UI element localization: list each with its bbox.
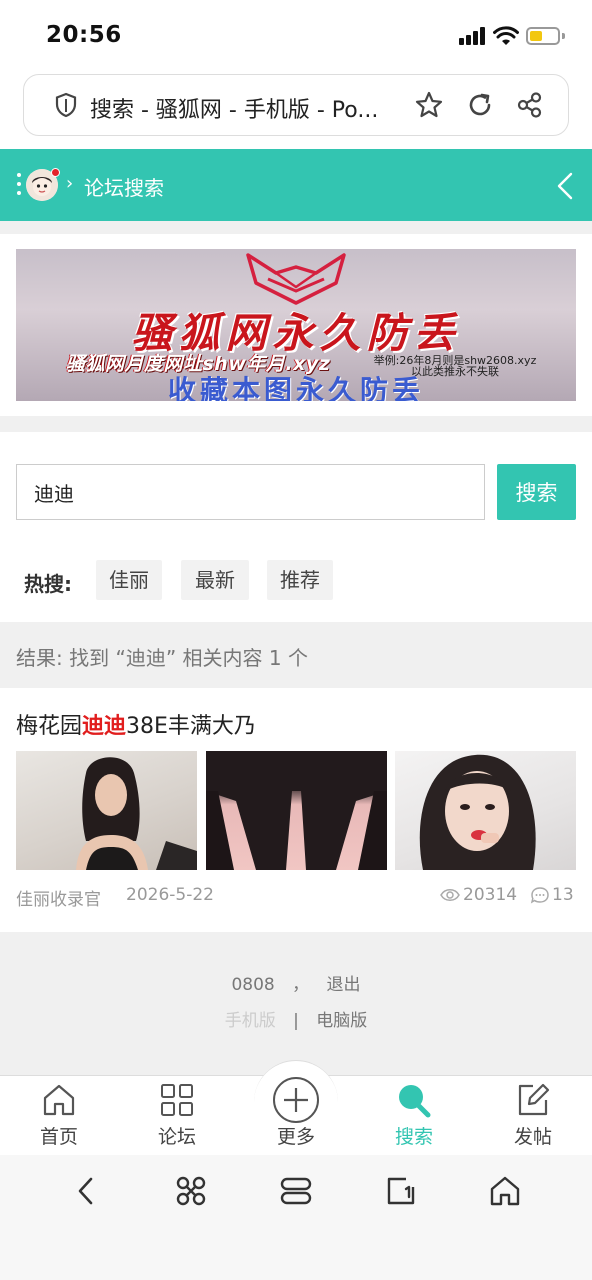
status-time: 20:56 bbox=[46, 22, 122, 48]
wifi-icon bbox=[493, 26, 519, 45]
hot-tag[interactable]: 最新 bbox=[181, 560, 249, 600]
star-icon[interactable] bbox=[414, 90, 444, 120]
footer-username[interactable]: 0808 bbox=[231, 975, 274, 995]
result-thumbnail[interactable] bbox=[16, 751, 197, 870]
status-bar: 20:56 bbox=[0, 0, 592, 70]
result-title[interactable]: 梅花园迪迪38E丰满大乃 bbox=[16, 708, 256, 740]
author-name[interactable]: 佳丽收录官 bbox=[16, 885, 101, 910]
divider bbox=[0, 221, 592, 234]
command-icon[interactable] bbox=[174, 1174, 208, 1208]
result-thumbnail[interactable] bbox=[395, 751, 576, 870]
share-icon[interactable] bbox=[516, 91, 544, 119]
fox-logo bbox=[246, 253, 346, 305]
title-text: 梅花园 bbox=[16, 714, 83, 739]
result-summary: 结果: 找到 “迪迪” 相关内容 1 个 bbox=[16, 646, 308, 670]
logout-link[interactable]: 退出 bbox=[327, 975, 361, 995]
hot-search-label: 热搜: bbox=[24, 572, 72, 596]
title-text: 38E丰满大乃 bbox=[126, 714, 256, 739]
footer: 0808 ， 退出 手机版 | 电脑版 bbox=[0, 932, 592, 1075]
footer-version-row: 手机版 | 电脑版 bbox=[0, 1006, 592, 1031]
view-count: 20314 bbox=[463, 885, 518, 905]
footer-user-row: 0808 ， 退出 bbox=[0, 970, 592, 995]
breadcrumb-separator: › bbox=[66, 173, 74, 194]
tab-label: 发帖 bbox=[513, 1126, 552, 1148]
page-title: 论坛搜索 bbox=[84, 176, 164, 200]
footer-comma: ， bbox=[292, 975, 310, 995]
search-icon bbox=[399, 1085, 431, 1118]
search-button[interactable]: 搜索 bbox=[497, 464, 576, 520]
promo-banner[interactable]: 骚狐网永久防丢 骚狐网月度网址shw年月.xyz 举例:26年8月则是shw26… bbox=[16, 249, 576, 401]
reload-icon[interactable] bbox=[466, 91, 494, 119]
footer-divider: | bbox=[293, 1011, 299, 1031]
divider bbox=[0, 416, 592, 432]
search-input[interactable] bbox=[16, 464, 485, 520]
mobile-version-link[interactable]: 手机版 bbox=[225, 1011, 276, 1031]
back-icon[interactable] bbox=[70, 1174, 104, 1208]
chevron-left-icon[interactable] bbox=[555, 171, 575, 201]
title-highlight: 迪迪 bbox=[82, 714, 127, 739]
result-summary-bar: 结果: 找到 “迪迪” 相关内容 1 个 bbox=[0, 622, 592, 688]
menu-icon[interactable] bbox=[17, 173, 23, 199]
url-text[interactable]: 搜索 - 骚狐网 - 手机版 - Po... bbox=[90, 92, 410, 124]
address-bar[interactable]: 搜索 - 骚狐网 - 手机版 - Po... bbox=[23, 74, 569, 136]
tab-label: 搜索 bbox=[394, 1126, 433, 1148]
tab-home[interactable]: 首页 bbox=[0, 1082, 118, 1152]
home-icon bbox=[43, 1084, 75, 1116]
desktop-version-link[interactable]: 电脑版 bbox=[316, 1011, 367, 1031]
shield-icon bbox=[55, 92, 77, 118]
tab-more[interactable]: 更多 bbox=[237, 1076, 355, 1148]
grid-icon bbox=[161, 1084, 193, 1116]
banner-bottom-text: 收藏本图永久防丢 bbox=[167, 374, 424, 401]
tab-post[interactable]: 发帖 bbox=[474, 1082, 592, 1152]
reply-count: 13 bbox=[552, 885, 574, 905]
battery-icon bbox=[526, 27, 560, 45]
post-date: 2026-5-22 bbox=[126, 885, 214, 905]
eye-icon bbox=[440, 889, 460, 901]
forum-header: › 论坛搜索 bbox=[0, 149, 592, 221]
tab-label: 论坛 bbox=[157, 1126, 196, 1148]
hot-tag[interactable]: 推荐 bbox=[267, 560, 333, 600]
comment-icon bbox=[530, 887, 549, 904]
hot-tag[interactable]: 佳丽 bbox=[96, 560, 162, 600]
notification-dot bbox=[51, 168, 60, 177]
home-nav-icon[interactable] bbox=[488, 1174, 522, 1208]
result-thumbnail[interactable] bbox=[206, 751, 387, 870]
tab-search[interactable]: 搜索 bbox=[355, 1082, 473, 1152]
tab-label: 首页 bbox=[39, 1126, 78, 1148]
tab-forum[interactable]: 论坛 bbox=[118, 1082, 236, 1152]
plus-circle-icon bbox=[273, 1077, 319, 1123]
compose-icon bbox=[518, 1083, 550, 1116]
tabs-icon[interactable] bbox=[279, 1174, 313, 1208]
window-count-icon[interactable] bbox=[384, 1174, 418, 1208]
signal-icon bbox=[459, 27, 487, 45]
tab-label: 更多 bbox=[276, 1126, 315, 1148]
